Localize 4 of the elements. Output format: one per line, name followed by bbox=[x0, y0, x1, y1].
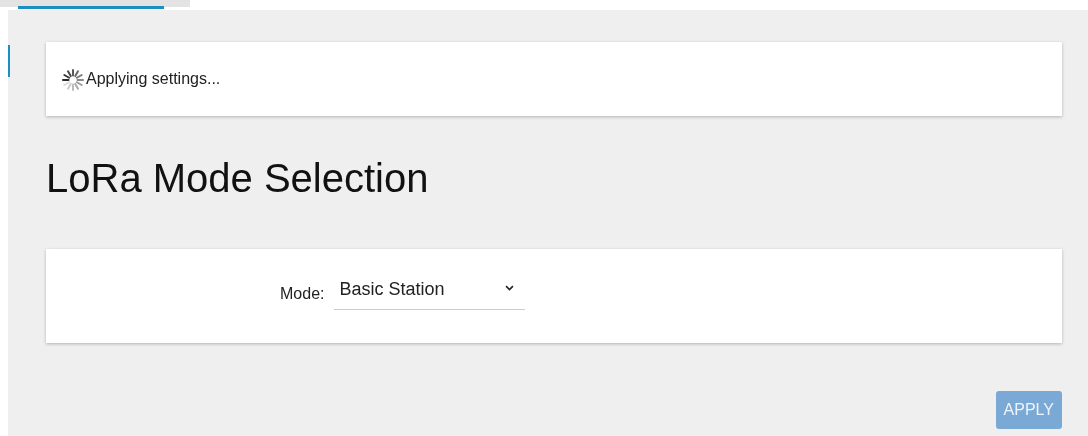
field-label: Mode: bbox=[280, 284, 325, 304]
status-text: Applying settings... bbox=[86, 69, 221, 89]
page-title: LoRa Mode Selection bbox=[46, 158, 430, 198]
side-indicator bbox=[8, 45, 10, 77]
